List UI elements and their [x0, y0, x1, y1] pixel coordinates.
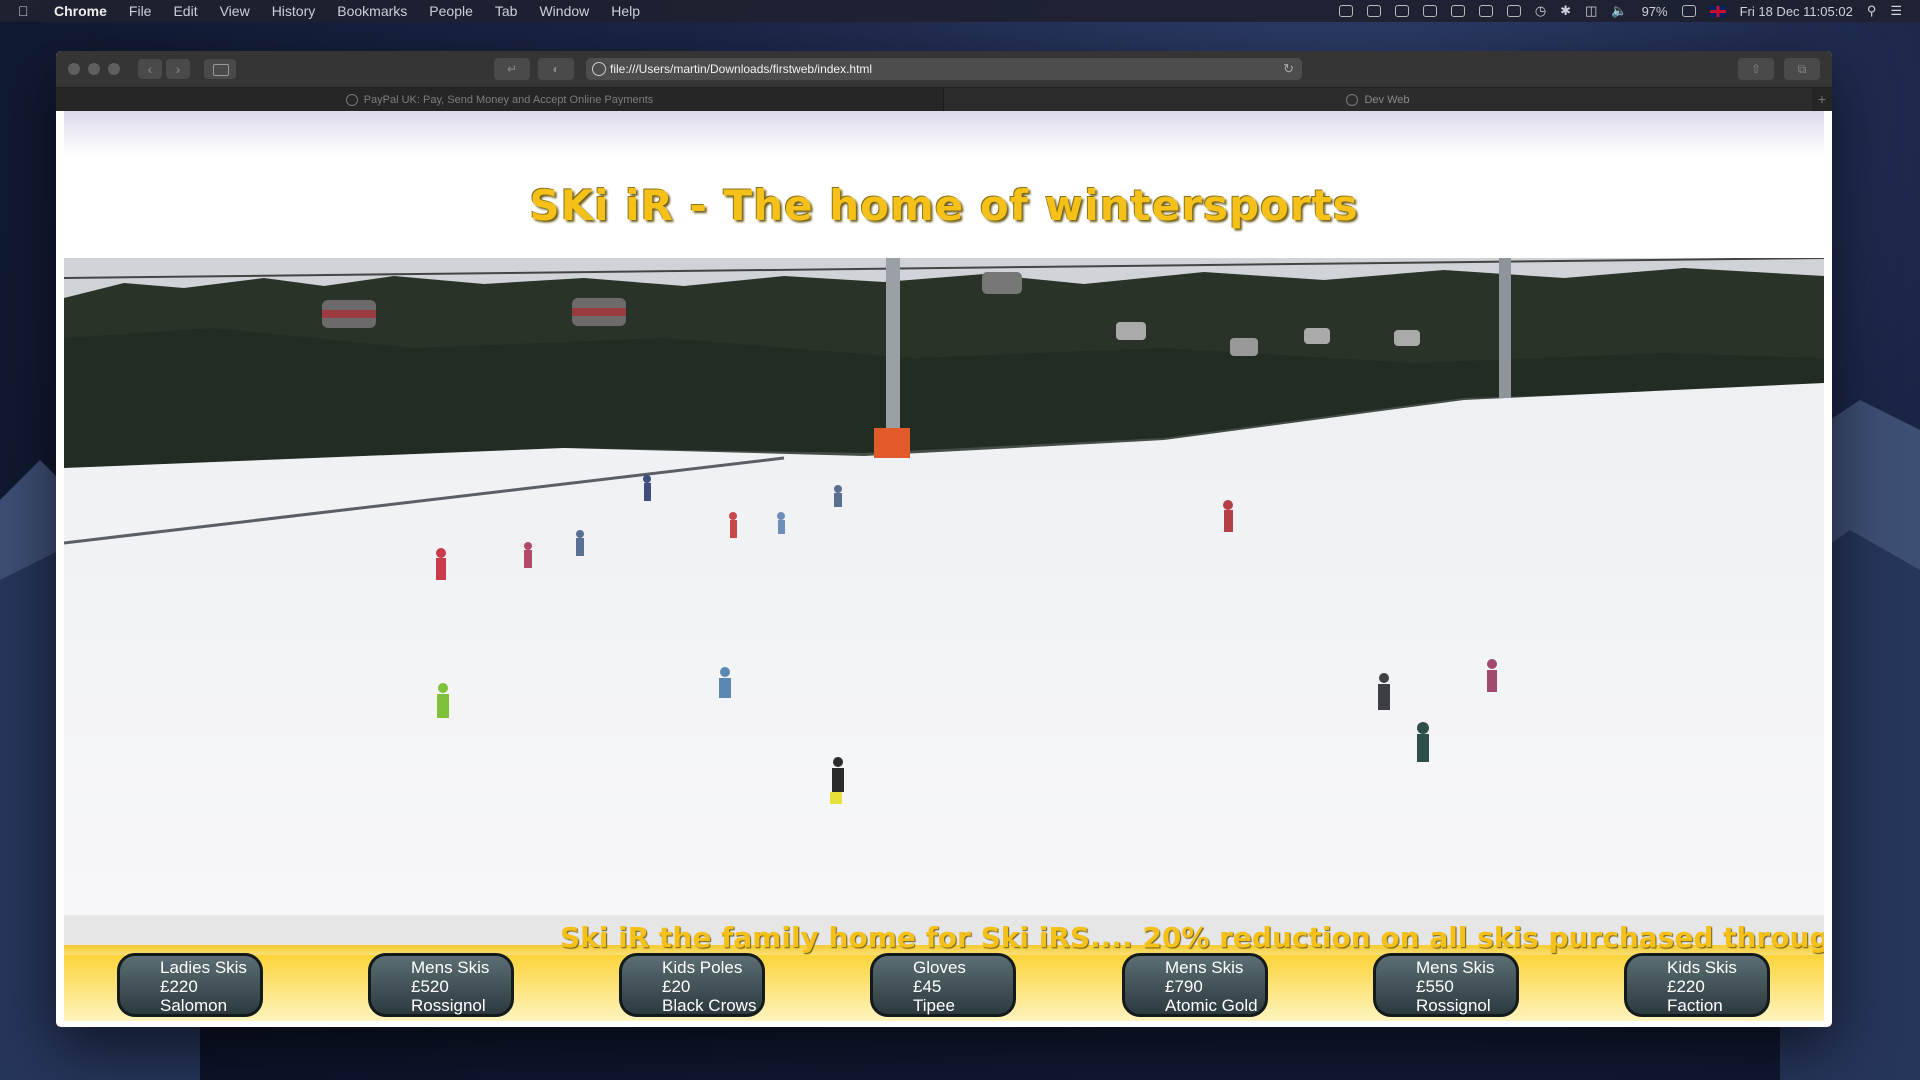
product-brand: Rossignol — [1416, 996, 1491, 1015]
menu-help[interactable]: Help — [611, 3, 640, 19]
clock[interactable]: Fri 18 Dec 11:05:02 — [1740, 4, 1853, 19]
menu-view[interactable]: View — [220, 3, 250, 19]
malwarebytes-icon[interactable] — [1478, 5, 1493, 17]
forward-button[interactable]: › — [166, 59, 190, 79]
minimize-window-button[interactable] — [88, 63, 100, 75]
back-button[interactable]: ‹ — [138, 59, 162, 79]
web-page: SKi iR - The home of wintersports Ski iR… — [64, 111, 1824, 1021]
menu-people[interactable]: People — [429, 3, 473, 19]
dropbox-icon[interactable] — [1366, 5, 1381, 17]
toolbar-right: ⇧ ⧉ — [1738, 58, 1820, 80]
wifi-icon[interactable]: ◫ — [1585, 3, 1597, 19]
menu-tab[interactable]: Tab — [495, 3, 518, 19]
bluetooth-icon[interactable]: ✱ — [1560, 3, 1571, 19]
product-brand: Rossignol — [411, 996, 486, 1015]
docker-icon[interactable] — [1422, 5, 1437, 17]
menu-file[interactable]: File — [129, 3, 152, 19]
tab-label: Dev Web — [1364, 94, 1410, 106]
paypal-favicon-icon — [345, 94, 358, 106]
product-price: £520 — [411, 977, 449, 996]
compass-favicon-icon — [1346, 94, 1359, 106]
tabs-overview-icon[interactable]: ⧉ — [1784, 58, 1820, 80]
close-window-button[interactable] — [68, 63, 80, 75]
menu-edit[interactable]: Edit — [173, 3, 197, 19]
product-price: £220 — [160, 977, 198, 996]
url-text[interactable]: file:///Users/martin/Downloads/firstweb/… — [610, 62, 872, 76]
compass-icon — [592, 62, 606, 76]
tab-bar: PayPal UK: Pay, Send Money and Accept On… — [56, 87, 1832, 112]
reload-icon[interactable]: ↻ — [1283, 61, 1294, 77]
cloud-icon[interactable] — [1394, 5, 1409, 17]
product-brand: Atomic Gold — [1165, 996, 1258, 1015]
product-name: Kids Poles — [662, 958, 743, 977]
product-price: £790 — [1165, 977, 1203, 996]
hero-image-ski-slope — [64, 258, 1824, 915]
volume-icon[interactable]: 🔈 — [1611, 3, 1627, 19]
product-name: Ladies Skis — [160, 958, 247, 977]
menu-history[interactable]: History — [272, 3, 316, 19]
tab-paypal[interactable]: PayPal UK: Pay, Send Money and Accept On… — [56, 88, 944, 112]
spotlight-search-icon[interactable]: ⚲ — [1867, 3, 1877, 19]
tab-label: PayPal UK: Pay, Send Money and Accept On… — [363, 94, 654, 106]
macos-menu-bar:  Chrome File Edit View History Bookmark… — [0, 0, 1920, 22]
menu-app-name[interactable]: Chrome — [54, 3, 107, 19]
time-machine-icon[interactable]: ◷ — [1535, 3, 1546, 19]
site-title: SKi iR - The home of wintersports — [529, 181, 1359, 230]
apple-menu-icon[interactable]:  — [18, 3, 40, 19]
battery-percent[interactable]: 97% — [1642, 4, 1668, 19]
promo-marquee-clip: Ski iR the family home for Ski iRS.... 2… — [64, 915, 1824, 955]
notification-center-icon[interactable]: ☰ — [1890, 3, 1902, 19]
tab-dev-web[interactable]: Dev Web — [944, 88, 1812, 112]
product-name: Mens Skis — [411, 958, 490, 977]
product-brand: Salomon — [160, 996, 228, 1015]
product-brand: Black Crows — [662, 996, 757, 1015]
product-price: £550 — [1416, 977, 1454, 996]
product-brand: Faction — [1667, 996, 1723, 1015]
battery-gauge-icon[interactable] — [1506, 5, 1521, 17]
keyboard-flag-icon[interactable] — [1709, 5, 1726, 17]
product-brand: Tipee — [913, 996, 955, 1015]
new-tab-button[interactable]: + — [1812, 88, 1832, 112]
header-gradient — [64, 111, 1824, 155]
app-tray-icon[interactable] — [1338, 5, 1353, 17]
window-controls — [68, 63, 120, 75]
product-button-mens-skis-atomic[interactable]: Mens Skis £790 Atomic Gold — [1122, 953, 1268, 1017]
product-button-gloves[interactable]: Gloves £45 Tipee — [870, 953, 1016, 1017]
menu-bookmarks[interactable]: Bookmarks — [337, 3, 407, 19]
shield-icon[interactable] — [1450, 5, 1465, 17]
product-price: £45 — [913, 977, 942, 996]
history-nav: ‹ › — [136, 59, 190, 79]
product-price: £220 — [1667, 977, 1705, 996]
promo-marquee-text: Ski iR the family home for Ski iRS.... 2… — [560, 921, 1824, 954]
product-name: Mens Skis — [1416, 958, 1495, 977]
product-button-mens-skis-rossignol[interactable]: Mens Skis £520 Rossignol — [368, 953, 514, 1017]
menu-window[interactable]: Window — [539, 3, 589, 19]
address-bar[interactable]: file:///Users/martin/Downloads/firstweb/… — [586, 58, 1302, 80]
title-bar: ‹ › ↵ ◐ file:///Users/martin/Downloads/f… — [56, 51, 1832, 87]
sidebar-toggle-button[interactable] — [204, 59, 236, 79]
product-button-kids-poles[interactable]: Kids Poles £20 Black Crows — [619, 953, 765, 1017]
share-icon[interactable]: ⇧ — [1738, 58, 1774, 80]
pin-icon[interactable]: ↵ — [494, 58, 530, 80]
address-prefix-buttons: ↵ ◐ — [494, 58, 574, 80]
product-name: Kids Skis — [1667, 958, 1737, 977]
browser-window: ‹ › ↵ ◐ file:///Users/martin/Downloads/f… — [56, 51, 1832, 1027]
zoom-window-button[interactable] — [108, 63, 120, 75]
product-name: Mens Skis — [1165, 958, 1244, 977]
product-button-mens-skis-rossignol-2[interactable]: Mens Skis £550 Rossignol — [1373, 953, 1519, 1017]
product-strip: Ladies Skis £220 Salomon Mens Skis £520 … — [64, 953, 1824, 1021]
status-tray: ◷ ✱ ◫ 🔈 97% Fri 18 Dec 11:05:02 ⚲ ☰ — [1338, 0, 1902, 22]
product-price: £20 — [662, 977, 691, 996]
product-button-ladies-skis[interactable]: Ladies Skis £220 Salomon — [117, 953, 263, 1017]
product-button-kids-skis[interactable]: Kids Skis £220 Faction — [1624, 953, 1770, 1017]
battery-icon[interactable] — [1681, 5, 1696, 17]
product-name: Gloves — [913, 958, 966, 977]
privacy-icon[interactable]: ◐ — [538, 58, 574, 80]
